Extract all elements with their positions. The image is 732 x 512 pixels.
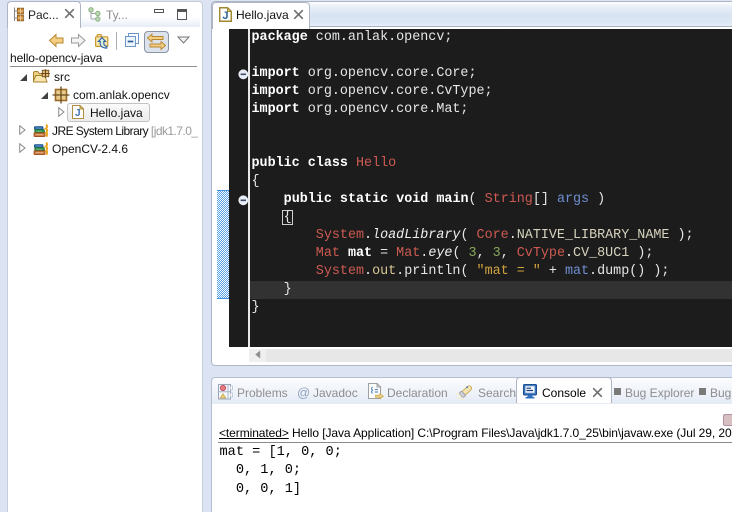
svg-text:J: J <box>75 108 81 119</box>
svg-text:J: J <box>222 10 228 22</box>
